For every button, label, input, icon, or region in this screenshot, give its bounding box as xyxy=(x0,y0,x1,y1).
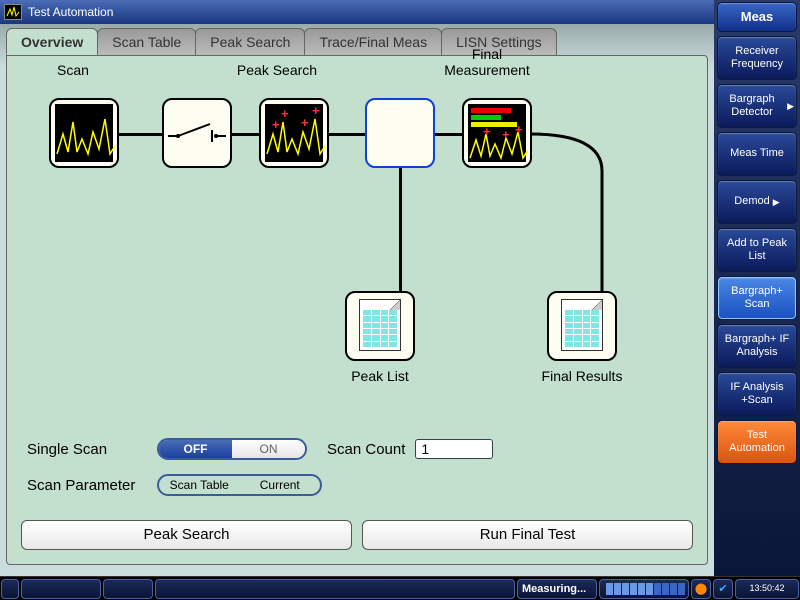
intermediate-node[interactable] xyxy=(365,98,435,168)
switch-node[interactable] xyxy=(162,98,232,168)
sidebar-receiver-frequency[interactable]: Receiver Frequency xyxy=(717,36,797,80)
tab-bar: Overview Scan Table Peak Search Trace/Fi… xyxy=(0,28,714,55)
svg-text:+: + xyxy=(483,124,491,139)
sidebar: Meas Receiver Frequency Bargraph Detecto… xyxy=(714,0,800,576)
chevron-right-icon: ▶ xyxy=(773,197,780,208)
peak-search-node[interactable]: + + + + xyxy=(259,98,329,168)
chevron-right-icon: ▶ xyxy=(787,101,794,112)
final-meas-label: Final Measurement xyxy=(427,46,547,78)
toggle-scan-table[interactable]: Scan Table xyxy=(159,476,240,494)
status-icon[interactable]: ✔ xyxy=(713,579,733,599)
sidebar-bargraph-scan[interactable]: Bargraph+ Scan xyxy=(717,276,797,320)
scan-parameter-label: Scan Parameter xyxy=(27,477,157,494)
final-measurement-node[interactable]: + + + xyxy=(462,98,532,168)
status-cell xyxy=(155,579,515,599)
document-icon xyxy=(561,299,603,351)
status-indicator xyxy=(1,579,19,599)
final-results-label: Final Results xyxy=(527,368,637,384)
scan-node[interactable] xyxy=(49,98,119,168)
status-icon[interactable]: ⬤ xyxy=(691,579,711,599)
scan-count-label: Scan Count xyxy=(327,441,405,458)
svg-text:+: + xyxy=(312,104,320,118)
run-final-test-button[interactable]: Run Final Test xyxy=(362,520,693,550)
svg-text:+: + xyxy=(301,115,309,130)
tab-trace-final[interactable]: Trace/Final Meas xyxy=(304,28,442,55)
peak-search-label: Peak Search xyxy=(217,62,337,78)
sidebar-add-peak-list[interactable]: Add to Peak List xyxy=(717,228,797,272)
sidebar-meas-time[interactable]: Meas Time xyxy=(717,132,797,176)
sidebar-bargraph-if[interactable]: Bargraph+ IF Analysis xyxy=(717,324,797,368)
status-time: 13:50:42 xyxy=(735,579,799,599)
tab-scan-table[interactable]: Scan Table xyxy=(97,28,196,55)
scan-label: Scan xyxy=(13,62,133,78)
flow-connector xyxy=(399,168,402,308)
action-buttons: Peak Search Run Final Test xyxy=(21,520,693,550)
peak-list-node[interactable] xyxy=(345,291,415,361)
peak-list-label: Peak List xyxy=(325,368,435,384)
measuring-label: Measuring... xyxy=(517,579,597,599)
flow-connector xyxy=(432,133,462,136)
sidebar-test-automation[interactable]: Test Automation xyxy=(717,420,797,464)
main-area: Overview Scan Table Peak Search Trace/Fi… xyxy=(0,24,714,576)
tab-peak-search[interactable]: Peak Search xyxy=(195,28,305,55)
toggle-current[interactable]: Current xyxy=(240,476,321,494)
flow-connector xyxy=(327,133,367,136)
sidebar-bargraph-detector[interactable]: Bargraph Detector▶ xyxy=(717,84,797,128)
svg-text:+: + xyxy=(281,106,289,121)
peak-search-button[interactable]: Peak Search xyxy=(21,520,352,550)
single-scan-label: Single Scan xyxy=(27,441,157,458)
sidebar-if-scan[interactable]: IF Analysis +Scan xyxy=(717,372,797,416)
controls: Single Scan OFF ON Scan Count Scan Param… xyxy=(27,434,687,506)
sidebar-header: Meas xyxy=(717,2,797,32)
scan-parameter-toggle[interactable]: Scan Table Current xyxy=(157,474,322,496)
flow-connector xyxy=(117,133,167,136)
titlebar: Test Automation xyxy=(0,0,800,24)
app-icon xyxy=(4,4,22,20)
svg-text:+: + xyxy=(502,127,510,142)
status-bar: Measuring... ⬤ ✔ 13:50:42 xyxy=(0,576,800,600)
flow-connector xyxy=(232,133,262,136)
status-cell xyxy=(21,579,101,599)
document-icon xyxy=(359,299,401,351)
sidebar-demod[interactable]: Demod▶ xyxy=(717,180,797,224)
svg-text:+: + xyxy=(515,122,523,137)
overview-panel: Scan Peak Search Final Measurement xyxy=(6,55,708,565)
scan-count-input[interactable] xyxy=(415,439,493,459)
progress-bar xyxy=(599,579,689,599)
toggle-off[interactable]: OFF xyxy=(159,440,232,458)
window-title: Test Automation xyxy=(28,5,113,19)
svg-text:+: + xyxy=(272,117,280,132)
tab-overview[interactable]: Overview xyxy=(6,28,98,55)
status-cell xyxy=(103,579,153,599)
toggle-on[interactable]: ON xyxy=(232,440,305,458)
final-results-node[interactable] xyxy=(547,291,617,361)
single-scan-toggle[interactable]: OFF ON xyxy=(157,438,307,460)
